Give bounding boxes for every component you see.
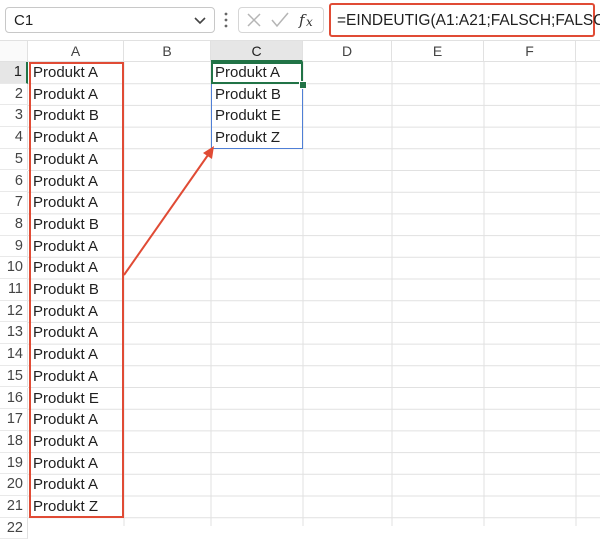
row-header-16[interactable]: 16 bbox=[0, 387, 28, 410]
row-header-5[interactable]: 5 bbox=[0, 148, 28, 171]
row-header-13[interactable]: 13 bbox=[0, 322, 28, 345]
chevron-down-icon[interactable] bbox=[192, 11, 208, 29]
column-header-c[interactable]: C bbox=[211, 41, 303, 62]
column-header-a[interactable]: A bbox=[28, 41, 124, 62]
row-header-1[interactable]: 1 bbox=[0, 62, 28, 84]
row-header-17[interactable]: 17 bbox=[0, 409, 28, 431]
row-header-12[interactable]: 12 bbox=[0, 300, 28, 323]
fill-handle[interactable] bbox=[299, 81, 307, 89]
row-header-19[interactable]: 19 bbox=[0, 452, 28, 475]
enter-check-icon[interactable] bbox=[270, 11, 290, 29]
select-all-corner[interactable] bbox=[0, 41, 28, 62]
column-header-f[interactable]: F bbox=[484, 41, 576, 62]
formula-text: =EINDEUTIG(A1:A21;FALSCH;FALSCH) bbox=[337, 12, 600, 29]
more-vertical-icon[interactable] bbox=[223, 10, 229, 30]
svg-text:x: x bbox=[306, 15, 313, 29]
row-header-15[interactable]: 15 bbox=[0, 365, 28, 388]
active-cell-c1[interactable] bbox=[211, 62, 303, 84]
row-header-9[interactable]: 9 bbox=[0, 235, 28, 258]
cancel-x-icon[interactable] bbox=[245, 11, 263, 29]
row-header-7[interactable]: 7 bbox=[0, 192, 28, 214]
formula-bar: C1 f x =EINDEUTIG(A1:A21;FALSCH;FALSCH) bbox=[0, 0, 600, 40]
row-header-6[interactable]: 6 bbox=[0, 170, 28, 193]
column-header-g[interactable] bbox=[576, 41, 600, 62]
row-header-3[interactable]: 3 bbox=[0, 105, 28, 128]
fx-icon[interactable]: f x bbox=[298, 11, 320, 29]
name-box-value: C1 bbox=[14, 12, 34, 29]
column-headers: A B C D E F bbox=[0, 41, 600, 62]
row-header-21[interactable]: 21 bbox=[0, 496, 28, 518]
column-header-d[interactable]: D bbox=[303, 41, 392, 62]
row-header-8[interactable]: 8 bbox=[0, 213, 28, 236]
row-header-11[interactable]: 11 bbox=[0, 279, 28, 301]
row-header-4[interactable]: 4 bbox=[0, 127, 28, 149]
row-header-20[interactable]: 20 bbox=[0, 474, 28, 496]
row-header-18[interactable]: 18 bbox=[0, 430, 28, 453]
source-range-highlight bbox=[29, 62, 124, 518]
row-header-14[interactable]: 14 bbox=[0, 344, 28, 366]
formula-input[interactable]: =EINDEUTIG(A1:A21;FALSCH;FALSCH) bbox=[329, 3, 600, 37]
formula-buttons: f x bbox=[238, 7, 324, 33]
row-header-10[interactable]: 10 bbox=[0, 257, 28, 279]
column-header-e[interactable]: E bbox=[392, 41, 484, 62]
column-header-b[interactable]: B bbox=[124, 41, 211, 62]
row-header-22[interactable]: 22 bbox=[0, 517, 28, 539]
row-header-2[interactable]: 2 bbox=[0, 83, 28, 106]
name-box[interactable]: C1 bbox=[5, 7, 215, 33]
